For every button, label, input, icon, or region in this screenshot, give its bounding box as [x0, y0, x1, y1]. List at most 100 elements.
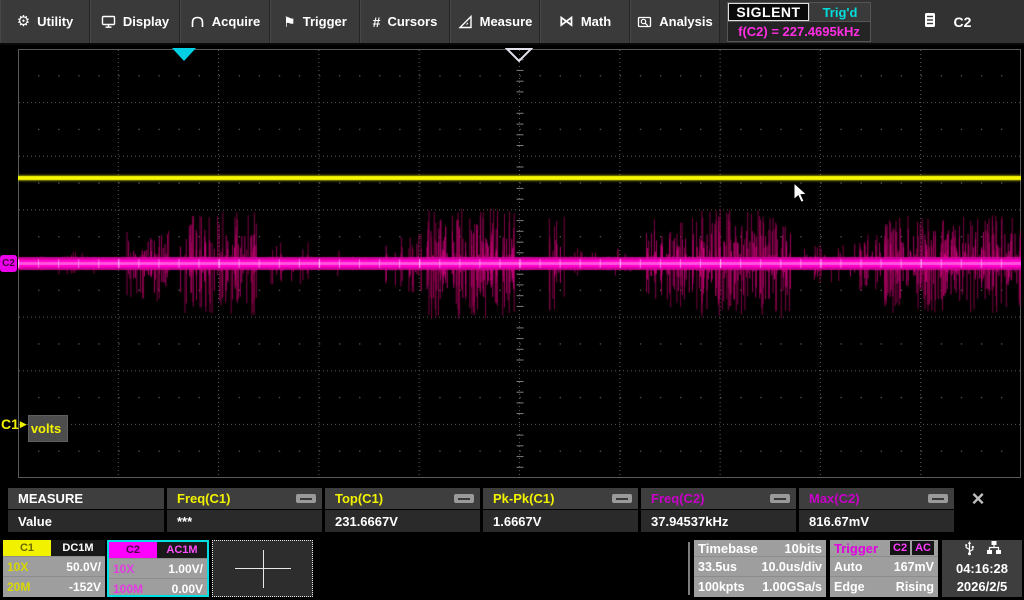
menu-item-label: Measure	[479, 14, 533, 29]
menu-item-utility[interactable]: ⚙ Utility	[0, 0, 90, 43]
measure-panel-title: MEASURE	[8, 488, 164, 509]
trigger-source-chip: C2	[890, 541, 911, 555]
measure-column-Max(C2): Max(C2) 816.67mV	[799, 488, 954, 532]
measure-column-Freq(C2): Freq(C2) 37.94537kHz	[641, 488, 796, 532]
channel1-marker-tooltip: volts	[27, 415, 68, 442]
channel1-probe: 10X	[7, 559, 29, 574]
remove-measurement-button[interactable]	[770, 494, 790, 503]
io-status-icons	[963, 540, 1002, 558]
trigger-chips: C2 AC	[890, 541, 934, 555]
timebase-delay: 33.5us	[698, 559, 737, 574]
timebase-header: Timebase 10bits	[694, 540, 826, 556]
trigger-position-marker[interactable]	[172, 48, 196, 61]
measurement-value: 37.94537kHz	[641, 510, 796, 532]
channel2-status-box[interactable]: C2 AC1M 10X 1.00V/ 100M 0.00V	[107, 540, 209, 597]
remove-measurement-button[interactable]	[454, 494, 474, 503]
timebase-scale: 10.0us/div	[761, 559, 822, 574]
measurement-label: Freq(C1)	[177, 491, 231, 506]
measurement-header[interactable]: Pk-Pk(C1)	[483, 488, 638, 509]
channel2-header: C2 AC1M	[109, 542, 207, 558]
add-channel-box[interactable]	[212, 540, 313, 597]
waveform-display-area[interactable]: C2 C1 ▶ volts	[0, 47, 1024, 488]
channel2-scale: 1.00V/	[168, 561, 203, 576]
oscilloscope-screen: ⚙ Utility Display Acquire ⚑ Trigger # Cursors Me…	[0, 0, 1024, 600]
measurement-value: 231.6667V	[325, 510, 480, 532]
mouse-cursor-icon	[793, 182, 808, 203]
measurement-header[interactable]: Max(C2)	[799, 488, 954, 509]
bottom-bar-divider	[688, 542, 690, 595]
channel2-position-marker[interactable]: C2	[0, 255, 17, 272]
channel1-header: C1 DC1M	[3, 540, 105, 556]
active-channel-label: C2	[953, 13, 972, 30]
measurement-value: 1.6667V	[483, 510, 638, 532]
trigger-header: Trigger C2 AC	[830, 540, 938, 556]
frequency-counter: f(C2) = 227.4695kHz	[728, 21, 870, 41]
active-channel-indicator[interactable]: C2	[871, 0, 1024, 43]
menu-item-cursors[interactable]: # Cursors	[360, 0, 450, 43]
crosshair-icon	[263, 550, 264, 588]
clock-date: 2026/2/5	[956, 579, 1008, 594]
brand-logo: SIGLENT	[728, 3, 809, 21]
trigger-title: Trigger	[834, 540, 879, 556]
trigger-status-badge: Trig'd	[809, 3, 870, 21]
menu-item-label: Cursors	[387, 14, 438, 29]
timebase-row-1: 33.5us 10.0us/div	[694, 556, 826, 576]
channel1-offset-row: 20M -152V	[3, 576, 105, 596]
analysis-icon	[637, 15, 652, 29]
measurement-value: ***	[167, 510, 322, 532]
clock-time: 04:16:28	[955, 561, 1009, 576]
trigger-delay-marker[interactable]	[505, 47, 533, 63]
status-cluster[interactable]: SIGLENT Trig'd f(C2) = 227.4695kHz	[727, 2, 871, 42]
cursors-icon: #	[372, 13, 381, 30]
channel1-bandwidth: 20M	[7, 579, 31, 594]
remove-measurement-button[interactable]	[612, 494, 632, 503]
channel2-chip: C2	[109, 542, 157, 558]
menu-bar: ⚙ Utility Display Acquire ⚑ Trigger # Cursors Me…	[0, 0, 1024, 45]
bottom-status-bar: C1 DC1M 10X 50.0V/ 20M -152V C2 AC1M 10X…	[0, 538, 1024, 600]
channel1-chip: C1	[3, 540, 51, 556]
menu-item-analysis[interactable]: Analysis	[630, 0, 720, 43]
measurement-value: 816.67mV	[799, 510, 954, 532]
measurement-header[interactable]: Top(C1)	[325, 488, 480, 509]
menu-item-label: Trigger	[302, 14, 347, 29]
measurement-label: Top(C1)	[335, 491, 384, 506]
trigger-level: 167mV	[893, 559, 934, 574]
menu-item-acquire[interactable]: Acquire	[180, 0, 270, 43]
trigger-coupling-chip: AC	[912, 541, 934, 555]
measurement-header[interactable]: Freq(C2)	[641, 488, 796, 509]
menu-item-measure[interactable]: Measure	[450, 0, 540, 43]
timebase-sample-rate: 1.00GSa/s	[762, 579, 822, 594]
flag-icon: ⚑	[283, 13, 296, 30]
trigger-row-2: Edge Rising	[830, 576, 938, 596]
waveform-traces	[18, 49, 1021, 478]
channel2-offset: 0.00V	[171, 581, 203, 596]
menu-item-label: Math	[580, 14, 612, 29]
timebase-box[interactable]: Timebase 10bits 33.5us 10.0us/div 100kpt…	[694, 540, 826, 597]
menu-item-display[interactable]: Display	[90, 0, 180, 43]
channel2-bandwidth: 100M	[113, 581, 144, 596]
channel1-offset: -152V	[68, 579, 101, 594]
remove-measurement-button[interactable]	[928, 494, 948, 503]
channel1-status-box[interactable]: C1 DC1M 10X 50.0V/ 20M -152V	[3, 540, 105, 597]
channel1-marker-arrow-icon: ▶	[19, 419, 27, 429]
clock-box[interactable]: 04:16:28 2026/2/5	[942, 540, 1022, 597]
channel-list-icon	[924, 12, 936, 31]
channel2-coupling: AC1M	[157, 542, 207, 558]
menu-item-label: Utility	[37, 14, 74, 29]
menu-item-math[interactable]: ⋈ Math	[540, 0, 630, 43]
measure-icon	[457, 14, 473, 29]
trigger-box[interactable]: Trigger C2 AC Auto 167mV Edge Rising	[830, 540, 938, 597]
measurement-label: Max(C2)	[809, 491, 860, 506]
measurement-header[interactable]: Freq(C1)	[167, 488, 322, 509]
menu-item-label: Display	[122, 14, 170, 29]
menu-item-trigger[interactable]: ⚑ Trigger	[270, 0, 360, 43]
measure-row-label: Value	[8, 510, 164, 532]
trigger-slope: Rising	[895, 579, 934, 594]
timebase-row-2: 100kpts 1.00GSa/s	[694, 576, 826, 596]
measurement-label: Freq(C2)	[651, 491, 705, 506]
menu-item-label: Acquire	[211, 14, 261, 29]
close-measure-panel-button[interactable]: ×	[963, 487, 993, 509]
channel1-coupling: DC1M	[51, 540, 105, 556]
channel1-position-marker[interactable]: C1 ▶ volts	[1, 415, 68, 442]
remove-measurement-button[interactable]	[296, 494, 316, 503]
